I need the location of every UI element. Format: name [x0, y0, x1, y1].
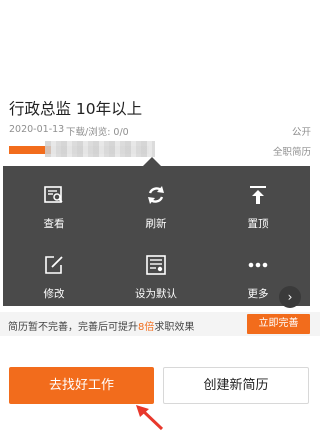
chevron-right-icon[interactable]: › — [279, 286, 301, 308]
menu-item-view[interactable]: 查看 — [3, 166, 105, 236]
resume-action-menu: 查看 刷新 置顶 修改 设为默认 更多 — [3, 166, 310, 306]
refresh-icon — [145, 184, 167, 206]
notice-prefix: 简历暂不完善，完善后可提升 — [8, 322, 138, 333]
annotation-arrow-icon — [126, 404, 166, 431]
visibility-status[interactable]: 公开 — [292, 124, 311, 138]
notice-text: 简历暂不完善，完善后可提升8倍求职效果 — [8, 318, 194, 333]
menu-item-pin-top[interactable]: 置顶 — [207, 166, 309, 236]
menu-item-refresh[interactable]: 刷新 — [105, 166, 207, 236]
notice-highlight: 8倍 — [138, 322, 155, 333]
notice-suffix: 求职效果 — [154, 322, 195, 333]
resume-title[interactable]: 行政总监 10年以上 — [9, 97, 142, 119]
menu-pointer-caret — [143, 157, 161, 166]
resume-meta-row: 2020-01-13 下载/浏览: 0/0 公开 — [9, 124, 311, 140]
improve-now-button[interactable]: 立即完善 — [247, 314, 310, 334]
more-icon — [247, 254, 269, 276]
resume-type: 全职简历 — [272, 147, 311, 158]
menu-label-set-default: 设为默认 — [135, 288, 177, 300]
set-default-icon — [145, 254, 167, 276]
blurred-completion-text — [45, 141, 155, 157]
view-resume-icon — [43, 184, 65, 206]
menu-item-edit[interactable]: 修改 — [3, 236, 105, 306]
menu-item-set-default[interactable]: 设为默认 — [105, 236, 207, 306]
create-resume-button[interactable]: 创建新简历 — [163, 367, 309, 404]
downloads-views: 下载/浏览: 0/0 — [66, 127, 129, 138]
find-job-button[interactable]: 去找好工作 — [9, 367, 154, 404]
top-blank-area — [0, 0, 320, 70]
pin-top-icon — [247, 184, 269, 206]
menu-label-view: 查看 — [43, 218, 65, 230]
edit-icon — [43, 254, 65, 276]
resume-date: 2020-01-13 — [9, 124, 65, 135]
menu-label-pin-top: 置顶 — [247, 218, 269, 230]
menu-label-refresh: 刷新 — [145, 218, 167, 230]
menu-label-edit: 修改 — [43, 288, 65, 300]
